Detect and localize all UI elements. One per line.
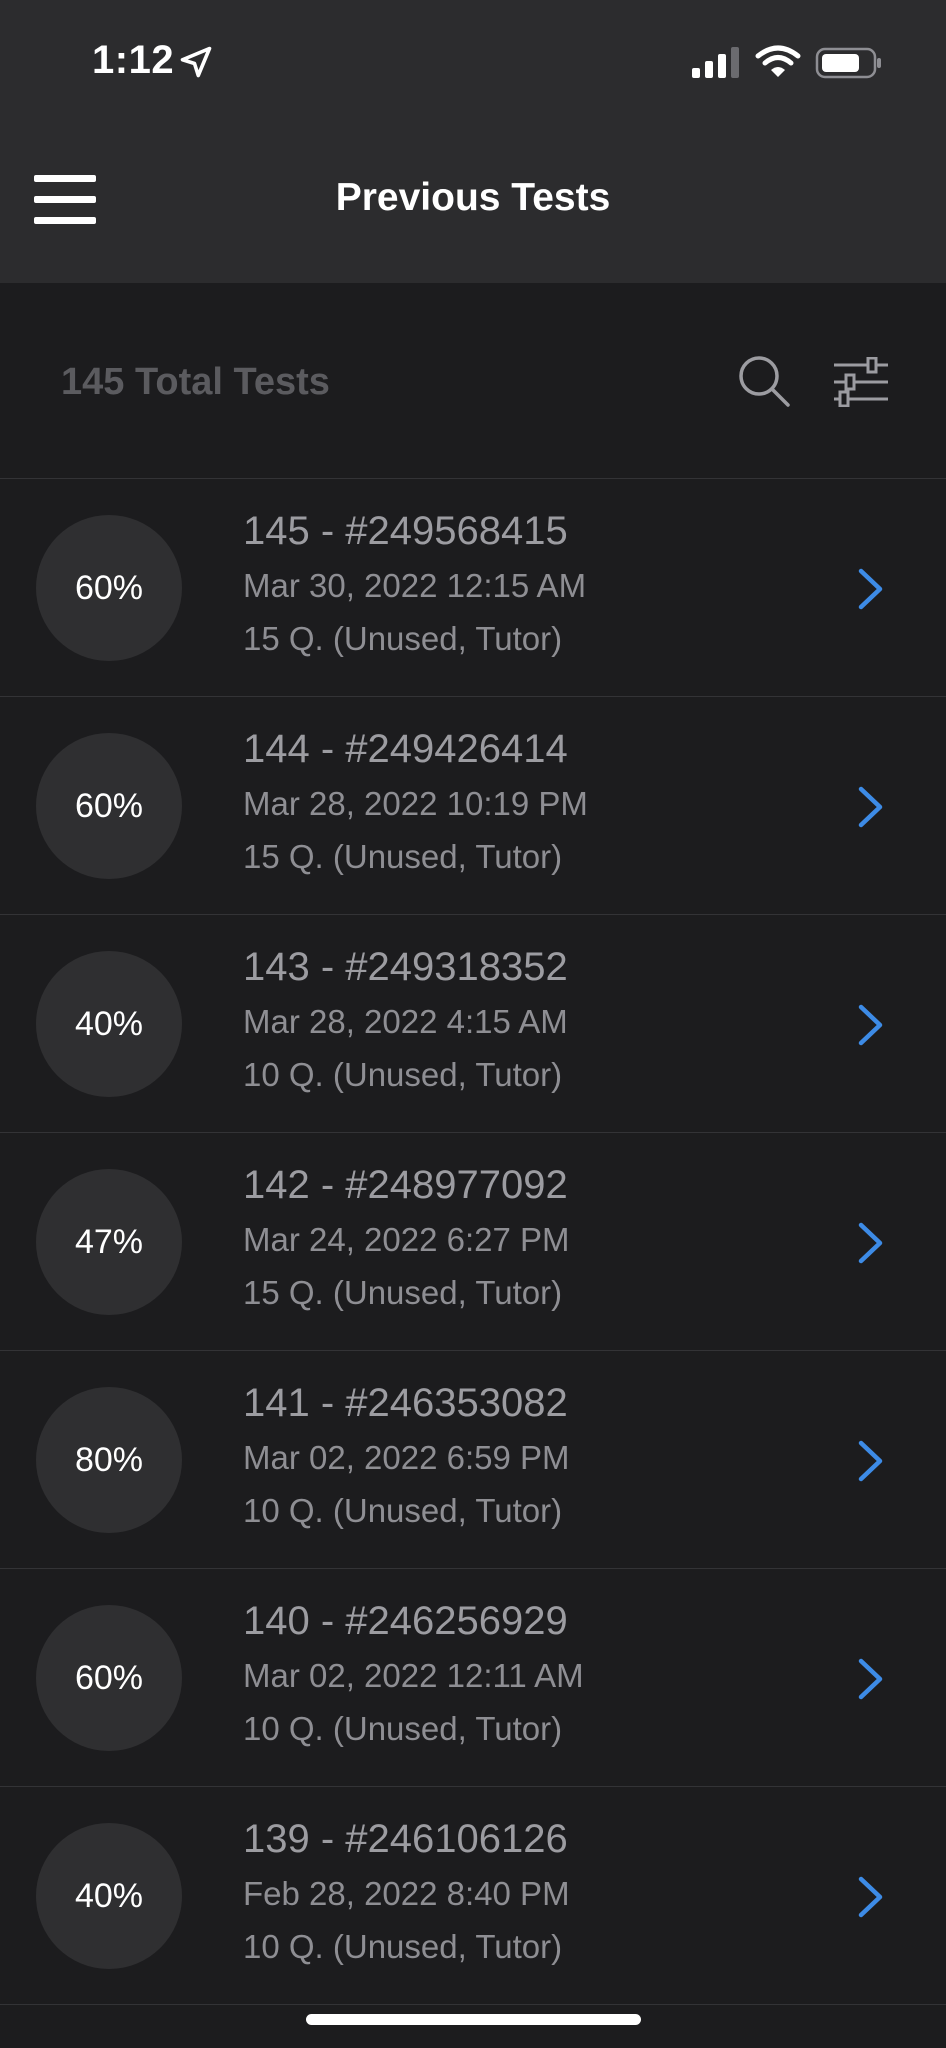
test-date: Mar 02, 2022 6:59 PM <box>243 1439 570 1476</box>
home-indicator[interactable] <box>306 2014 641 2025</box>
score-badge: 60% <box>36 1605 182 1751</box>
score-badge: 40% <box>36 951 182 1097</box>
test-meta: 10 Q. (Unused, Tutor) <box>243 1928 563 1965</box>
signal-icon <box>692 47 739 78</box>
score-badge: 47% <box>36 1169 182 1315</box>
total-tests-count: 145 Total Tests <box>61 361 330 403</box>
score-badge: 40% <box>36 1823 182 1969</box>
chevron-right-icon <box>858 568 883 610</box>
test-meta: 15 Q. (Unused, Tutor) <box>243 838 563 875</box>
test-title: 139 - #246106126 <box>243 1817 568 1861</box>
test-meta: 10 Q. (Unused, Tutor) <box>243 1710 563 1747</box>
chevron-right-icon <box>858 1658 883 1700</box>
chevron-right-icon <box>858 1004 883 1046</box>
chevron-right-icon <box>858 1876 883 1918</box>
list-toolbar: 145 Total Tests <box>0 283 946 479</box>
test-row[interactable]: 60% 144 - #249426414 Mar 28, 2022 10:19 … <box>0 697 946 915</box>
battery-icon <box>815 47 881 79</box>
location-arrow-icon <box>180 46 212 78</box>
test-date: Mar 28, 2022 4:15 AM <box>243 1003 568 1040</box>
filter-sliders-icon[interactable] <box>832 357 890 407</box>
test-meta: 10 Q. (Unused, Tutor) <box>243 1492 563 1529</box>
score-badge: 60% <box>36 515 182 661</box>
test-title: 143 - #249318352 <box>243 945 568 989</box>
test-row[interactable]: 60% 140 - #246256929 Mar 02, 2022 12:11 … <box>0 1569 946 1787</box>
test-date: Mar 28, 2022 10:19 PM <box>243 785 588 822</box>
search-icon[interactable] <box>736 353 792 409</box>
test-date: Feb 28, 2022 8:40 PM <box>243 1875 570 1912</box>
test-date: Mar 02, 2022 12:11 AM <box>243 1657 584 1694</box>
test-row[interactable]: 40% 143 - #249318352 Mar 28, 2022 4:15 A… <box>0 915 946 1133</box>
test-title: 142 - #248977092 <box>243 1163 568 1207</box>
test-date: Mar 24, 2022 6:27 PM <box>243 1221 570 1258</box>
status-time: 1:12 <box>92 38 175 82</box>
navigation-bar: Previous Tests <box>0 130 946 283</box>
test-meta: 15 Q. (Unused, Tutor) <box>243 1274 563 1311</box>
test-list: 60% 145 - #249568415 Mar 30, 2022 12:15 … <box>0 479 946 2005</box>
chevron-right-icon <box>858 786 883 828</box>
test-meta: 10 Q. (Unused, Tutor) <box>243 1056 563 1093</box>
score-badge: 80% <box>36 1387 182 1533</box>
test-meta: 15 Q. (Unused, Tutor) <box>243 620 563 657</box>
test-title: 144 - #249426414 <box>243 727 568 771</box>
test-title: 141 - #246353082 <box>243 1381 568 1425</box>
test-row[interactable]: 40% 139 - #246106126 Feb 28, 2022 8:40 P… <box>0 1787 946 2005</box>
test-row[interactable]: 60% 145 - #249568415 Mar 30, 2022 12:15 … <box>0 479 946 697</box>
test-row[interactable]: 80% 141 - #246353082 Mar 02, 2022 6:59 P… <box>0 1351 946 1569</box>
status-bar: 1:12 <box>0 0 946 130</box>
test-date: Mar 30, 2022 12:15 AM <box>243 567 587 604</box>
chevron-right-icon <box>858 1440 883 1482</box>
test-title: 145 - #249568415 <box>243 509 568 553</box>
test-row[interactable]: 47% 142 - #248977092 Mar 24, 2022 6:27 P… <box>0 1133 946 1351</box>
wifi-icon <box>755 45 801 77</box>
score-badge: 60% <box>36 733 182 879</box>
chevron-right-icon <box>858 1222 883 1264</box>
page-title: Previous Tests <box>335 176 611 219</box>
test-title: 140 - #246256929 <box>243 1599 568 1643</box>
